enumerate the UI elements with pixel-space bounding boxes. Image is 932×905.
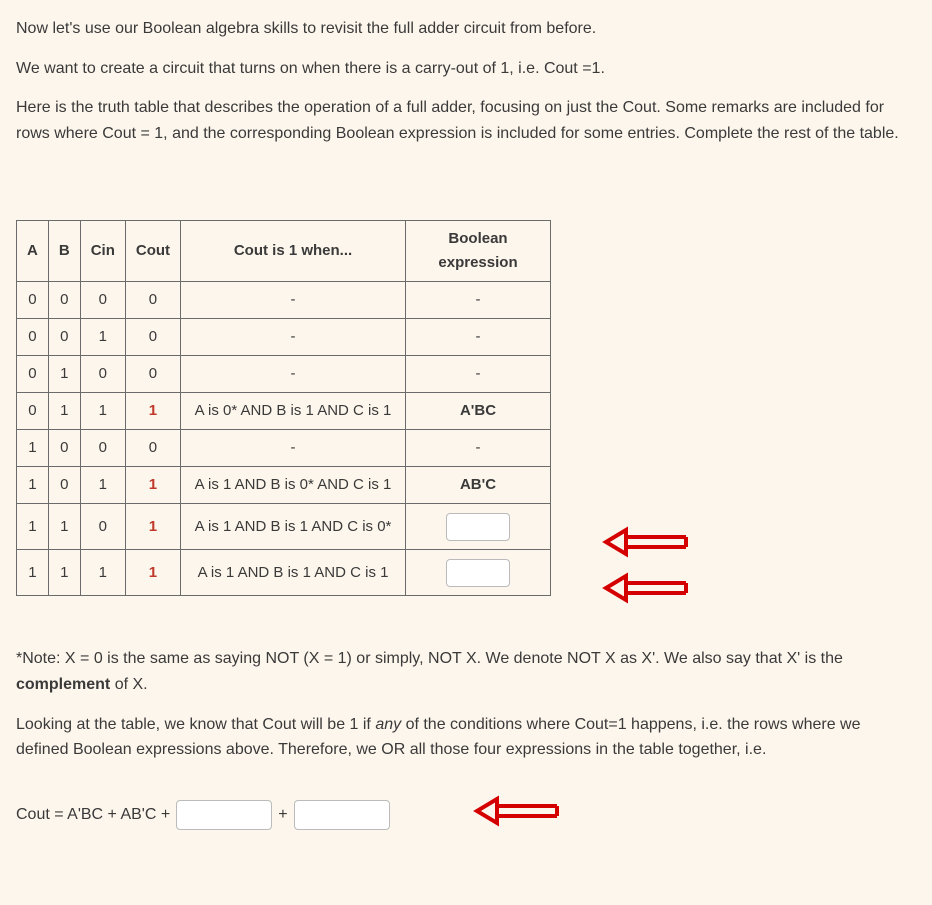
note-paragraph: *Note: X = 0 is the same as saying NOT (…: [16, 646, 916, 697]
look-paragraph: Looking at the table, we know that Cout …: [16, 712, 916, 763]
equation-lhs: Cout = A'BC + AB'C +: [16, 802, 170, 828]
cell-cout: 1: [125, 393, 180, 430]
table-row: 1011A is 1 AND B is 0* AND C is 1AB'C: [17, 467, 551, 504]
cell-b: 1: [48, 356, 80, 393]
cell-cout: 0: [125, 430, 180, 467]
arrow-left-icon: [601, 570, 691, 615]
note-pre: *Note: X = 0 is the same as saying NOT (…: [16, 650, 843, 667]
cell-a: 1: [17, 430, 49, 467]
intro-paragraph-2: We want to create a circuit that turns o…: [16, 56, 916, 82]
cell-bool: A'BC: [406, 393, 551, 430]
cell-b: 0: [48, 282, 80, 319]
cell-b: 0: [48, 430, 80, 467]
cell-b: 0: [48, 319, 80, 356]
look-pre: Looking at the table, we know that Cout …: [16, 716, 375, 733]
cell-cout: 1: [125, 550, 180, 596]
cell-when: A is 1 AND B is 1 AND C is 0*: [181, 504, 406, 550]
table-row: 0111A is 0* AND B is 1 AND C is 1A'BC: [17, 393, 551, 430]
cell-bool: -: [406, 430, 551, 467]
cell-cin: 1: [80, 319, 125, 356]
equation-input-2[interactable]: [294, 800, 390, 830]
cell-when: -: [181, 356, 406, 393]
arrow-left-icon: [601, 524, 691, 569]
cell-a: 1: [17, 467, 49, 504]
cell-cout: 1: [125, 467, 180, 504]
cell-cin: 0: [80, 356, 125, 393]
cell-cout: 0: [125, 356, 180, 393]
truth-table: A B Cin Cout Cout is 1 when... Boolean e…: [16, 220, 551, 596]
table-row: 0100--: [17, 356, 551, 393]
cell-a: 0: [17, 356, 49, 393]
table-row: 0000--: [17, 282, 551, 319]
cell-when: A is 1 AND B is 0* AND C is 1: [181, 467, 406, 504]
col-header-cout: Cout: [125, 221, 180, 282]
col-header-a: A: [17, 221, 49, 282]
cell-cin: 1: [80, 467, 125, 504]
cell-cin: 1: [80, 550, 125, 596]
col-header-when: Cout is 1 when...: [181, 221, 406, 282]
cell-bool: AB'C: [406, 467, 551, 504]
bool-input-6[interactable]: [446, 513, 510, 541]
bool-input-7[interactable]: [446, 559, 510, 587]
cell-b: 1: [48, 550, 80, 596]
equation-input-1[interactable]: [176, 800, 272, 830]
equation-row: Cout = A'BC + AB'C + +: [16, 793, 916, 838]
cell-when: -: [181, 282, 406, 319]
cell-b: 1: [48, 393, 80, 430]
col-header-bool: Boolean expression: [406, 221, 551, 282]
table-row: 0010--: [17, 319, 551, 356]
cell-cin: 1: [80, 393, 125, 430]
col-header-cin: Cin: [80, 221, 125, 282]
cell-a: 1: [17, 504, 49, 550]
cell-a: 0: [17, 319, 49, 356]
cell-bool: -: [406, 319, 551, 356]
cell-cin: 0: [80, 430, 125, 467]
note-post: of X.: [110, 676, 147, 693]
intro-paragraph-1: Now let's use our Boolean algebra skills…: [16, 16, 916, 42]
cell-when: A is 0* AND B is 1 AND C is 1: [181, 393, 406, 430]
cell-cout: 0: [125, 282, 180, 319]
cell-cout: 0: [125, 319, 180, 356]
cell-cin: 0: [80, 504, 125, 550]
note-bold: complement: [16, 676, 110, 693]
look-em: any: [375, 716, 401, 733]
cell-a: 0: [17, 393, 49, 430]
cell-when: A is 1 AND B is 1 AND C is 1: [181, 550, 406, 596]
cell-a: 0: [17, 282, 49, 319]
cell-cin: 0: [80, 282, 125, 319]
table-row: 1000--: [17, 430, 551, 467]
cell-when: -: [181, 319, 406, 356]
cell-when: -: [181, 430, 406, 467]
table-row: 1111A is 1 AND B is 1 AND C is 1: [17, 550, 551, 596]
cell-bool: [406, 550, 551, 596]
equation-plus: +: [278, 802, 287, 828]
cell-a: 1: [17, 550, 49, 596]
col-header-b: B: [48, 221, 80, 282]
cell-bool: -: [406, 356, 551, 393]
cell-bool: [406, 504, 551, 550]
arrow-left-icon: [472, 793, 562, 838]
cell-cout: 1: [125, 504, 180, 550]
intro-paragraph-3: Here is the truth table that describes t…: [16, 95, 916, 146]
cell-bool: -: [406, 282, 551, 319]
table-row: 1101A is 1 AND B is 1 AND C is 0*: [17, 504, 551, 550]
cell-b: 0: [48, 467, 80, 504]
cell-b: 1: [48, 504, 80, 550]
